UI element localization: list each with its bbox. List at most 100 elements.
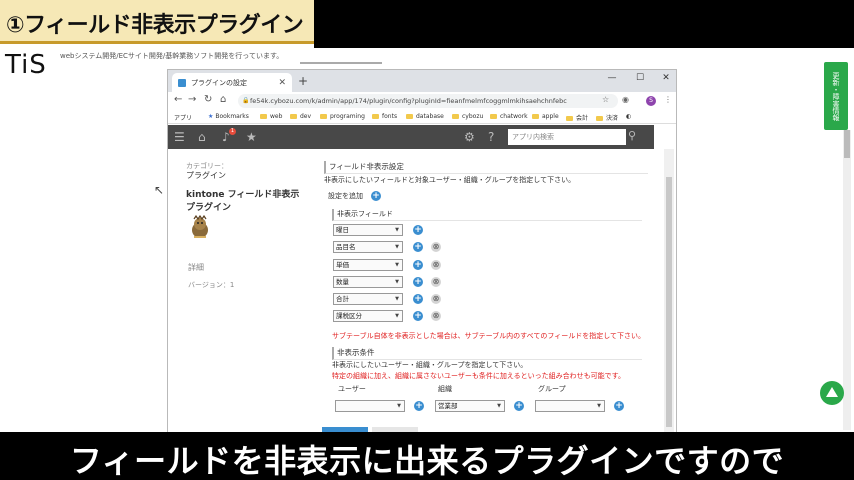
- tab-close-icon[interactable]: ✕: [278, 78, 286, 88]
- reload-icon[interactable]: ↻: [204, 94, 212, 105]
- bookmark-cybozu[interactable]: cybozu: [452, 113, 483, 120]
- plugin-mascot-icon: [192, 215, 208, 238]
- remove-field-button[interactable]: ⊗: [431, 242, 441, 252]
- bookmark-fonts[interactable]: fonts: [372, 113, 397, 120]
- folder-icon: [596, 116, 603, 121]
- add-field-button[interactable]: +: [413, 311, 423, 321]
- condition-description: 非表示にしたいユーザー・組織・グループを指定して下さい。: [332, 361, 528, 369]
- browser-tab[interactable]: プラグインの設定 ✕: [172, 73, 292, 92]
- group-column-label: グループ: [538, 385, 566, 393]
- folder-icon: [372, 114, 379, 119]
- new-tab-icon[interactable]: +: [298, 74, 308, 88]
- add-field-button[interactable]: +: [413, 260, 423, 270]
- bookmark-apple[interactable]: apple: [532, 113, 559, 120]
- home-icon[interactable]: ⌂: [220, 94, 226, 105]
- page-scrollbar[interactable]: [843, 130, 851, 430]
- add-setting-label: 設定を追加: [328, 192, 363, 200]
- folder-icon: [320, 114, 327, 119]
- bookmark-star-icon[interactable]: ☆: [602, 95, 609, 104]
- menu-hamburger-icon[interactable]: ☰: [174, 130, 185, 144]
- add-user-button[interactable]: +: [414, 401, 424, 411]
- section-description: 非表示にしたいフィールドと対象ユーザー・組織・グループを指定して下さい。: [324, 176, 576, 184]
- bookmark-dev[interactable]: dev: [290, 113, 311, 120]
- version-text: バージョン：1: [188, 281, 235, 289]
- back-icon[interactable]: ←: [174, 94, 182, 105]
- field-select[interactable]: 曜日 ▼: [333, 224, 403, 236]
- mouse-cursor-icon: ↖: [154, 183, 165, 197]
- kintone-header: ☰ ⌂ ♪ 1 ★ ⚙ ? アプリ内検索 ⚲: [168, 125, 654, 149]
- menu-dots-icon[interactable]: ⋮: [664, 95, 672, 104]
- forward-icon[interactable]: →: [188, 94, 196, 105]
- remove-field-button[interactable]: ⊗: [431, 260, 441, 270]
- settings-gear-icon[interactable]: ⚙: [464, 130, 475, 144]
- add-field-button[interactable]: +: [413, 242, 423, 252]
- field-select[interactable]: 合計 ▼: [333, 293, 403, 305]
- plugin-config-content: カテゴリー： プラグイン kintone フィールド非表示プラグイン 詳細 バー…: [168, 149, 654, 433]
- add-org-button[interactable]: +: [514, 401, 524, 411]
- minimize-icon[interactable]: —: [602, 73, 622, 83]
- org-select[interactable]: 営業部 ▼: [435, 400, 505, 412]
- star-icon: ★: [208, 113, 214, 120]
- extension-icon[interactable]: ◉: [622, 95, 629, 104]
- remove-field-button[interactable]: ⊗: [431, 294, 441, 304]
- remove-field-button[interactable]: ⊗: [431, 311, 441, 321]
- browser-scrollbar[interactable]: [664, 149, 674, 433]
- user-column-label: ユーザー: [338, 385, 366, 393]
- address-bar[interactable]: 🔒 fe54k.cybozu.com/k/admin/app/174/plugi…: [238, 94, 618, 108]
- maximize-icon[interactable]: ☐: [630, 73, 650, 83]
- bookmark-apps[interactable]: アプリ: [174, 113, 192, 122]
- bookmark-database[interactable]: database: [406, 113, 444, 120]
- title-banner: ①フィールド非表示プラグイン: [0, 0, 314, 44]
- bookmark-globe[interactable]: ◐: [626, 113, 631, 120]
- add-group-button[interactable]: +: [614, 401, 624, 411]
- favicon-icon: [178, 78, 186, 87]
- field-select[interactable]: 課税区分 ▼: [333, 310, 403, 322]
- site-logo[interactable]: TiS: [5, 50, 47, 80]
- page-scrollbar-thumb[interactable]: [844, 130, 850, 158]
- field-select[interactable]: 数量 ▼: [333, 276, 403, 288]
- profile-avatar[interactable]: S: [646, 96, 656, 106]
- browser-toolbar: ← → ↻ ⌂ 🔒 fe54k.cybozu.com/k/admin/app/1…: [168, 92, 676, 110]
- page-top-button[interactable]: [820, 381, 844, 405]
- app-search-input[interactable]: アプリ内検索: [508, 129, 626, 145]
- update-info-tab[interactable]: 更新・障害情報: [824, 62, 848, 130]
- group-select[interactable]: ▼: [535, 400, 605, 412]
- folder-icon: [532, 114, 539, 119]
- add-setting-button[interactable]: +: [371, 191, 381, 201]
- plugin-name: kintone フィールド非表示プラグイン: [186, 190, 300, 213]
- bookmark-accounting[interactable]: 会計: [566, 113, 588, 122]
- folder-icon: [490, 114, 497, 119]
- favorites-star-icon[interactable]: ★: [246, 130, 257, 144]
- lock-icon: 🔒: [242, 97, 250, 104]
- user-select[interactable]: ▼: [335, 400, 405, 412]
- field-select[interactable]: 単価 ▼: [333, 259, 403, 271]
- window-close-icon[interactable]: ✕: [656, 73, 676, 83]
- address-url: fe54k.cybozu.com/k/admin/app/174/plugin/…: [250, 97, 567, 105]
- site-tagline: webシステム開発/ECサイト開発/基幹業務ソフト開発を行っています。: [60, 52, 284, 60]
- tab-bar: プラグインの設定 ✕ + — ☐ ✕: [168, 70, 676, 92]
- bookmark-web[interactable]: web: [260, 113, 282, 120]
- browser-scrollbar-thumb[interactable]: [666, 177, 672, 427]
- add-field-button[interactable]: +: [413, 277, 423, 287]
- add-field-button[interactable]: +: [413, 225, 423, 235]
- help-icon[interactable]: ?: [488, 130, 494, 144]
- bookmark-chatwork[interactable]: chatwork: [490, 113, 528, 120]
- subtable-note: サブテーブル自体を非表示とした場合は、サブテーブル内のすべてのフィールドを指定し…: [332, 332, 646, 340]
- portal-home-icon[interactable]: ⌂: [198, 130, 206, 144]
- banner-title: ①フィールド非表示プラグイン: [6, 13, 304, 38]
- bookmark-payment[interactable]: 決済: [596, 113, 618, 122]
- bookmarks-bar: アプリ ★ Bookmarks web dev programing fonts …: [168, 110, 676, 124]
- bookmark-programing[interactable]: programing: [320, 113, 365, 120]
- category-value: プラグイン: [186, 171, 226, 180]
- tab-title: プラグインの設定: [191, 78, 247, 87]
- folder-icon: [566, 116, 573, 121]
- detail-link[interactable]: 詳細: [188, 262, 204, 273]
- top-black-strip: [314, 0, 854, 48]
- field-select[interactable]: 品目名 ▼: [333, 241, 403, 253]
- page-divider: [300, 62, 382, 64]
- bookmark-bookmarks[interactable]: ★ Bookmarks: [208, 113, 249, 120]
- remove-field-button[interactable]: ⊗: [431, 277, 441, 287]
- condition-note: 特定の組織に加え、組織に属さないユーザーも条件に加えるといった組み合わせも可能で…: [332, 372, 625, 380]
- add-field-button[interactable]: +: [413, 294, 423, 304]
- search-icon[interactable]: ⚲: [628, 129, 636, 142]
